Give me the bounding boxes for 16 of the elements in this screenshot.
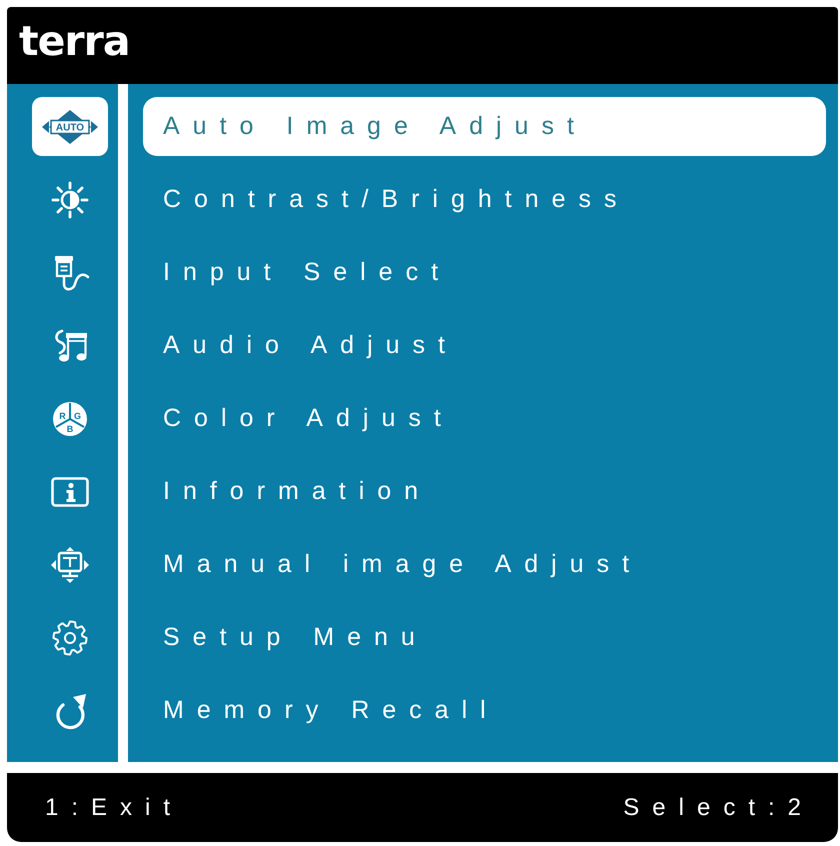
menu-item[interactable]: Contrast/Brightness	[143, 170, 826, 229]
key-hint: 1:Exit	[45, 794, 184, 822]
menu-item[interactable]: Memory Recall	[143, 681, 826, 740]
icon-label: AUTO	[56, 122, 84, 134]
menu-item[interactable]: Setup Menu	[143, 608, 826, 667]
icon-label: G	[74, 410, 81, 420]
key-hint: Select:2	[623, 794, 814, 822]
menu-item[interactable]: Color Adjust	[143, 389, 826, 448]
menu-item[interactable]: Input Select	[143, 243, 826, 302]
menu-item[interactable]: Information	[143, 462, 826, 521]
menu-item[interactable]: Auto Image Adjust	[143, 97, 826, 156]
icon-label: R	[59, 410, 66, 420]
icon-label: B	[66, 424, 74, 434]
menu-item[interactable]: Audio Adjust	[143, 316, 826, 375]
menu-item[interactable]: Manual image Adjust	[143, 535, 826, 594]
brand-logo: terra	[19, 21, 130, 62]
